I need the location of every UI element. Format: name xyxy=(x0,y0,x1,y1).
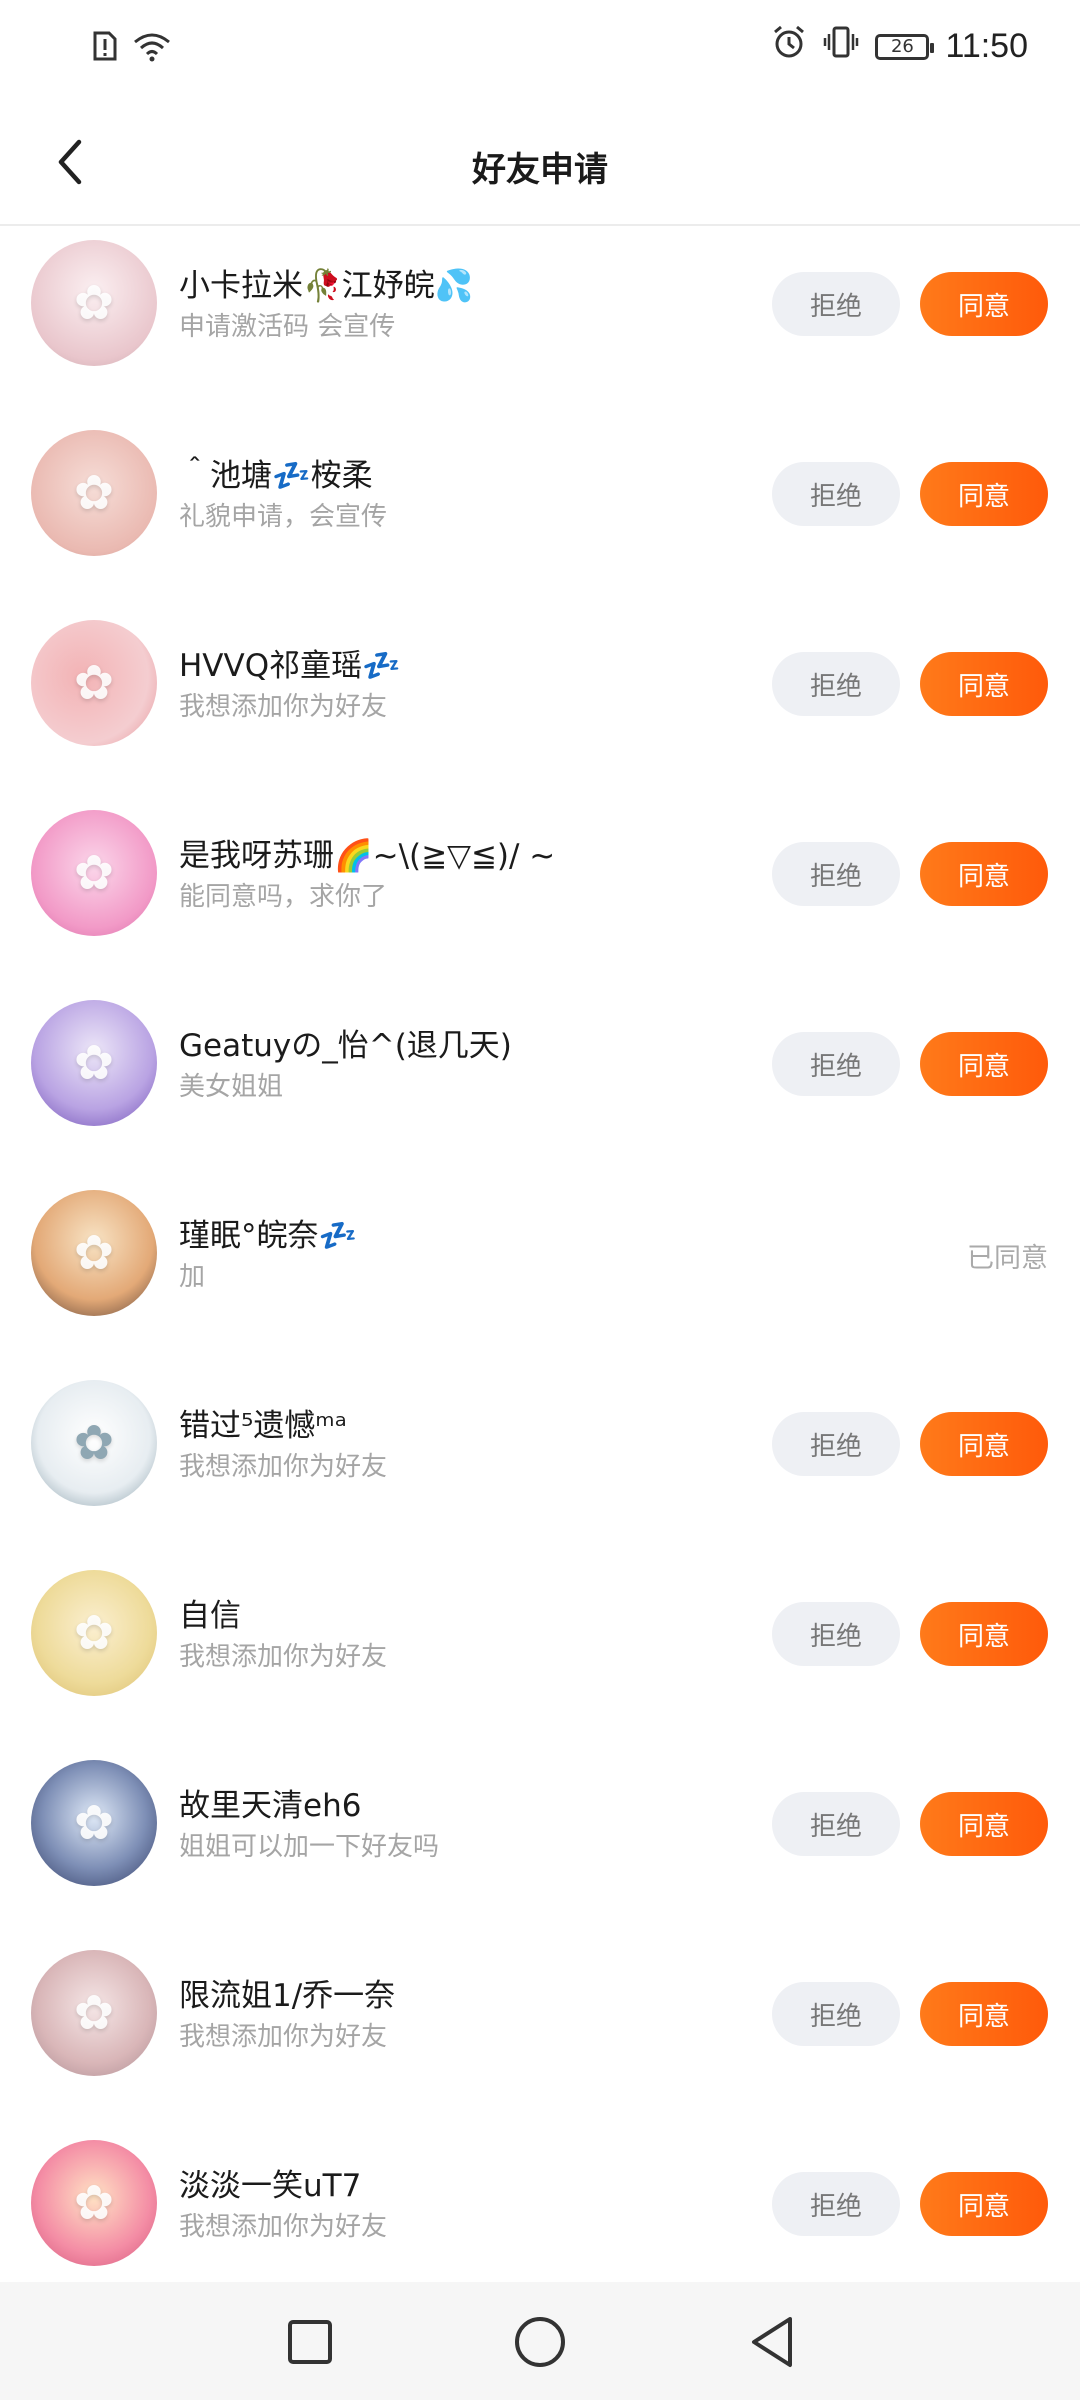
avatar[interactable]: ✿ xyxy=(31,1760,157,1886)
square-icon xyxy=(288,2320,332,2364)
requester-name: 淡淡一笑uT7 xyxy=(179,2168,362,2204)
reject-button[interactable]: 拒绝 xyxy=(772,1412,900,1476)
accept-button[interactable]: 同意 xyxy=(920,1982,1048,2046)
accept-button[interactable]: 同意 xyxy=(920,462,1048,526)
reject-button[interactable]: 拒绝 xyxy=(772,2172,900,2236)
requester-name: 故里天清eh6 xyxy=(179,1788,362,1824)
accept-button[interactable]: 同意 xyxy=(920,842,1048,906)
list-item: ✿ 是我呀苏珊🌈~\(≧▽≦)/ ~ 能同意吗，求你了 拒绝 同意 xyxy=(0,796,1080,986)
avatar[interactable]: ✿ xyxy=(31,810,157,936)
requester-name: HVVQ祁童瑶💤 xyxy=(179,648,401,684)
avatar-placeholder-icon: ✿ xyxy=(73,275,115,331)
accept-button[interactable]: 同意 xyxy=(920,272,1048,336)
avatar-placeholder-icon: ✿ xyxy=(73,1415,115,1471)
accept-button[interactable]: 同意 xyxy=(920,1602,1048,1666)
avatar[interactable]: ✿ xyxy=(31,1380,157,1506)
list-item: ✿ 错过⁵遗憾ᵐᵃ 我想添加你为好友 拒绝 同意 xyxy=(0,1366,1080,1556)
sim-alert-icon xyxy=(92,30,118,66)
avatar-placeholder-icon: ✿ xyxy=(73,845,115,901)
home-button[interactable] xyxy=(510,2312,570,2372)
accept-button[interactable]: 同意 xyxy=(920,1792,1048,1856)
avatar[interactable]: ✿ xyxy=(31,1570,157,1696)
reject-button[interactable]: 拒绝 xyxy=(772,462,900,526)
avatar[interactable]: ✿ xyxy=(31,1950,157,2076)
avatar[interactable]: ✿ xyxy=(31,2140,157,2266)
avatar-placeholder-icon: ✿ xyxy=(73,1795,115,1851)
list-item: ✿ 小卡拉米🥀江妤皖💦 申请激活码 会宣传 拒绝 同意 xyxy=(0,226,1080,416)
avatar-placeholder-icon: ✿ xyxy=(73,1605,115,1661)
accepted-status: 已同意 xyxy=(967,1243,1048,1274)
nav-back-button[interactable] xyxy=(742,2312,802,2372)
avatar[interactable]: ✿ xyxy=(31,430,157,556)
request-message: 能同意吗，求你了 xyxy=(179,882,388,912)
list-item: ✿ ＾池塘💤桉柔 礼貌申请，会宣传 拒绝 同意 xyxy=(0,416,1080,606)
requester-name: 是我呀苏珊🌈~\(≧▽≦)/ ~ xyxy=(179,838,556,874)
page-title: 好友申请 xyxy=(472,150,608,190)
request-message: 我想添加你为好友 xyxy=(179,1452,388,1482)
request-message: 申请激活码 会宣传 xyxy=(179,312,396,342)
reject-button[interactable]: 拒绝 xyxy=(772,1032,900,1096)
request-message: 我想添加你为好友 xyxy=(179,2022,388,2052)
list-item: ✿ Geatuyの_怡^(退几天) 美女姐姐 拒绝 同意 xyxy=(0,986,1080,1176)
avatar[interactable]: ✿ xyxy=(31,620,157,746)
avatar[interactable]: ✿ xyxy=(31,1190,157,1316)
wifi-icon xyxy=(132,30,172,66)
accept-button[interactable]: 同意 xyxy=(920,1412,1048,1476)
reject-button[interactable]: 拒绝 xyxy=(772,842,900,906)
avatar-placeholder-icon: ✿ xyxy=(73,2175,115,2231)
list-item: ✿ HVVQ祁童瑶💤 我想添加你为好友 拒绝 同意 xyxy=(0,606,1080,796)
requester-name: 瑾眠°皖奈💤 xyxy=(179,1218,358,1254)
status-left-icons xyxy=(92,30,172,66)
accept-button[interactable]: 同意 xyxy=(920,652,1048,716)
avatar-placeholder-icon: ✿ xyxy=(73,1035,115,1091)
avatar-placeholder-icon: ✿ xyxy=(73,1985,115,2041)
requester-name: 限流姐1/乔一奈 xyxy=(179,1978,396,2014)
header: 好友申请 xyxy=(0,104,1080,226)
alarm-icon xyxy=(771,24,807,69)
list-item: ✿ 自信 我想添加你为好友 拒绝 同意 xyxy=(0,1556,1080,1746)
requester-name: 自信 xyxy=(179,1598,241,1634)
request-message: 我想添加你为好友 xyxy=(179,2212,388,2242)
reject-button[interactable]: 拒绝 xyxy=(772,272,900,336)
avatar[interactable]: ✿ xyxy=(31,240,157,366)
request-message: 加 xyxy=(179,1262,206,1292)
triangle-back-icon xyxy=(752,2317,792,2367)
list-item: ✿ 限流姐1/乔一奈 我想添加你为好友 拒绝 同意 xyxy=(0,1936,1080,2126)
list-item: ✿ 故里天清eh6 姐姐可以加一下好友吗 拒绝 同意 xyxy=(0,1746,1080,1936)
requester-name: 小卡拉米🥀江妤皖💦 xyxy=(179,268,474,304)
avatar-placeholder-icon: ✿ xyxy=(73,655,115,711)
status-right-icons: 26 11:50 xyxy=(771,24,1028,69)
request-message: 礼貌申请，会宣传 xyxy=(179,502,388,532)
battery-icon: 26 xyxy=(875,33,935,60)
system-nav-bar xyxy=(0,2282,1080,2400)
vibrate-icon xyxy=(823,24,859,69)
reject-button[interactable]: 拒绝 xyxy=(772,652,900,716)
reject-button[interactable]: 拒绝 xyxy=(772,1602,900,1666)
requester-name: ＾池塘💤桉柔 xyxy=(179,458,373,494)
requester-name: Geatuyの_怡^(退几天) xyxy=(179,1028,512,1064)
status-time: 11:50 xyxy=(945,27,1028,65)
reject-button[interactable]: 拒绝 xyxy=(772,1792,900,1856)
accept-button[interactable]: 同意 xyxy=(920,2172,1048,2236)
request-message: 美女姐姐 xyxy=(179,1072,284,1102)
circle-icon xyxy=(515,2317,565,2367)
requester-name: 错过⁵遗憾ᵐᵃ xyxy=(179,1408,347,1444)
status-bar: 26 11:50 xyxy=(0,0,1080,104)
recent-apps-button[interactable] xyxy=(280,2312,340,2372)
avatar[interactable]: ✿ xyxy=(31,1000,157,1126)
accept-button[interactable]: 同意 xyxy=(920,1032,1048,1096)
battery-level: 26 xyxy=(890,36,914,57)
avatar-placeholder-icon: ✿ xyxy=(73,465,115,521)
avatar-placeholder-icon: ✿ xyxy=(73,1225,115,1281)
request-message: 我想添加你为好友 xyxy=(179,692,388,722)
reject-button[interactable]: 拒绝 xyxy=(772,1982,900,2046)
request-message: 姐姐可以加一下好友吗 xyxy=(179,1832,440,1862)
request-message: 我想添加你为好友 xyxy=(179,1642,388,1672)
list-item: ✿ 瑾眠°皖奈💤 加 已同意 xyxy=(0,1176,1080,1366)
